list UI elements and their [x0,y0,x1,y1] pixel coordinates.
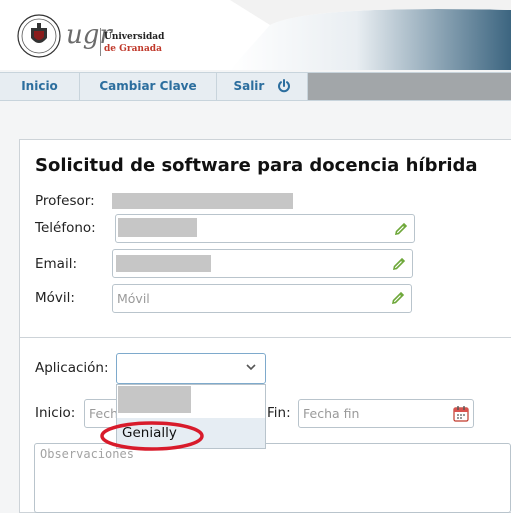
nav-salir[interactable]: Salir [217,73,308,100]
aplicacion-select[interactable] [116,353,266,384]
header-decoration [230,0,511,70]
movil-label: Móvil: [35,290,75,306]
university-name-line1: Universidad [104,32,165,42]
telefono-value-redacted [118,218,197,237]
pencil-icon[interactable] [391,256,407,272]
nav-filler [308,73,511,100]
email-value-redacted [116,255,211,272]
university-name-line2: de Granada [104,44,162,54]
pencil-icon[interactable] [393,221,409,237]
dropdown-option-redacted[interactable] [118,386,191,413]
page-title: Solicitud de software para docencia híbr… [35,155,478,176]
fin-label: Fin: [267,405,291,421]
chevron-down-icon[interactable] [245,362,257,372]
profesor-label: Profesor: [35,193,95,209]
email-label: Email: [35,256,78,272]
telefono-label: Teléfono: [35,220,96,236]
nav-salir-label: Salir [233,79,265,93]
highlight-ellipse [100,421,204,451]
pencil-icon[interactable] [390,290,406,306]
profesor-value-redacted [112,193,293,209]
nav-inicio-label: Inicio [21,79,58,93]
fin-placeholder: Fecha fin [303,406,360,421]
main-nav: Inicio Cambiar Clave Salir [0,72,511,101]
form-divider [19,337,511,338]
page-header: ugr Universidad de Granada [0,0,511,70]
inicio-label: Inicio: [35,405,76,421]
calendar-icon[interactable] [453,405,469,422]
nav-cambiar-clave-label: Cambiar Clave [99,79,197,93]
university-seal-icon [17,14,61,58]
aplicacion-label: Aplicación: [35,360,109,376]
movil-placeholder: Móvil [117,291,150,306]
power-icon [277,78,290,92]
logo-separator [100,28,101,56]
nav-inicio[interactable]: Inicio [0,73,80,100]
nav-cambiar-clave[interactable]: Cambiar Clave [80,73,217,100]
movil-field[interactable] [112,284,412,313]
